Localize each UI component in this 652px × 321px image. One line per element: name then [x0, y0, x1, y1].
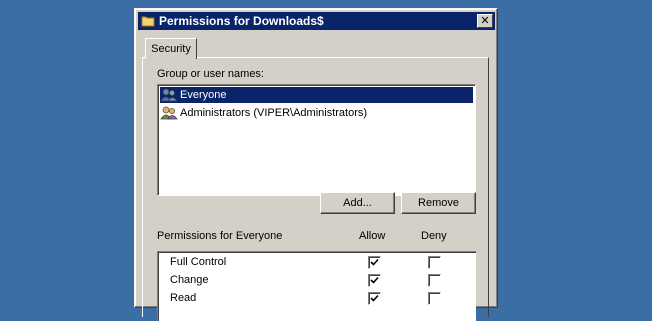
deny-checkbox-change[interactable]	[428, 274, 441, 287]
close-button[interactable]: ✕	[477, 14, 493, 28]
add-button[interactable]: Add...	[320, 192, 395, 214]
add-button-label: Add...	[343, 197, 372, 209]
user-listbox[interactable]: Everyone Administrators (VIPER\Administr…	[157, 84, 476, 196]
tab-security[interactable]: Security	[145, 38, 197, 59]
permission-name: Change	[170, 274, 209, 286]
allow-checkbox-full-control[interactable]	[368, 256, 381, 269]
permission-name: Read	[170, 292, 197, 304]
remove-button[interactable]: Remove	[401, 192, 476, 214]
permission-row-change: Change	[158, 272, 476, 290]
user-name: Administrators (VIPER\Administrators)	[180, 107, 368, 119]
user-name: Everyone	[180, 89, 227, 101]
permission-row-read: Read	[158, 290, 476, 308]
list-item-everyone[interactable]: Everyone	[160, 87, 473, 103]
deny-checkbox-read[interactable]	[428, 292, 441, 305]
deny-column-header: Deny	[421, 230, 447, 242]
allow-column-header: Allow	[359, 230, 386, 242]
title-bar[interactable]: Permissions for Downloads$ ✕	[138, 12, 495, 30]
window-title: Permissions for Downloads$	[159, 14, 324, 28]
allow-checkbox-read[interactable]	[368, 292, 381, 305]
permissions-header: Permissions for Everyone	[157, 230, 283, 242]
admin-group-icon	[160, 106, 178, 120]
permissions-dialog: Permissions for Downloads$ ✕ Security Gr…	[134, 8, 498, 321]
permission-name: Full Control	[170, 256, 227, 268]
tab-security-label: Security	[151, 43, 191, 55]
permissions-list: Full Control Change Read	[157, 251, 476, 321]
deny-checkbox-full-control[interactable]	[428, 256, 441, 269]
permission-row-full-control: Full Control	[158, 254, 476, 272]
checkmark-icon	[370, 258, 379, 266]
users-group-icon	[160, 88, 178, 102]
folder-icon	[140, 13, 156, 29]
checkmark-icon	[370, 276, 379, 284]
allow-checkbox-change[interactable]	[368, 274, 381, 287]
group-label: Group or user names:	[157, 68, 264, 80]
list-item-administrators[interactable]: Administrators (VIPER\Administrators)	[160, 105, 371, 121]
remove-button-label: Remove	[418, 197, 459, 209]
close-icon: ✕	[480, 14, 490, 27]
